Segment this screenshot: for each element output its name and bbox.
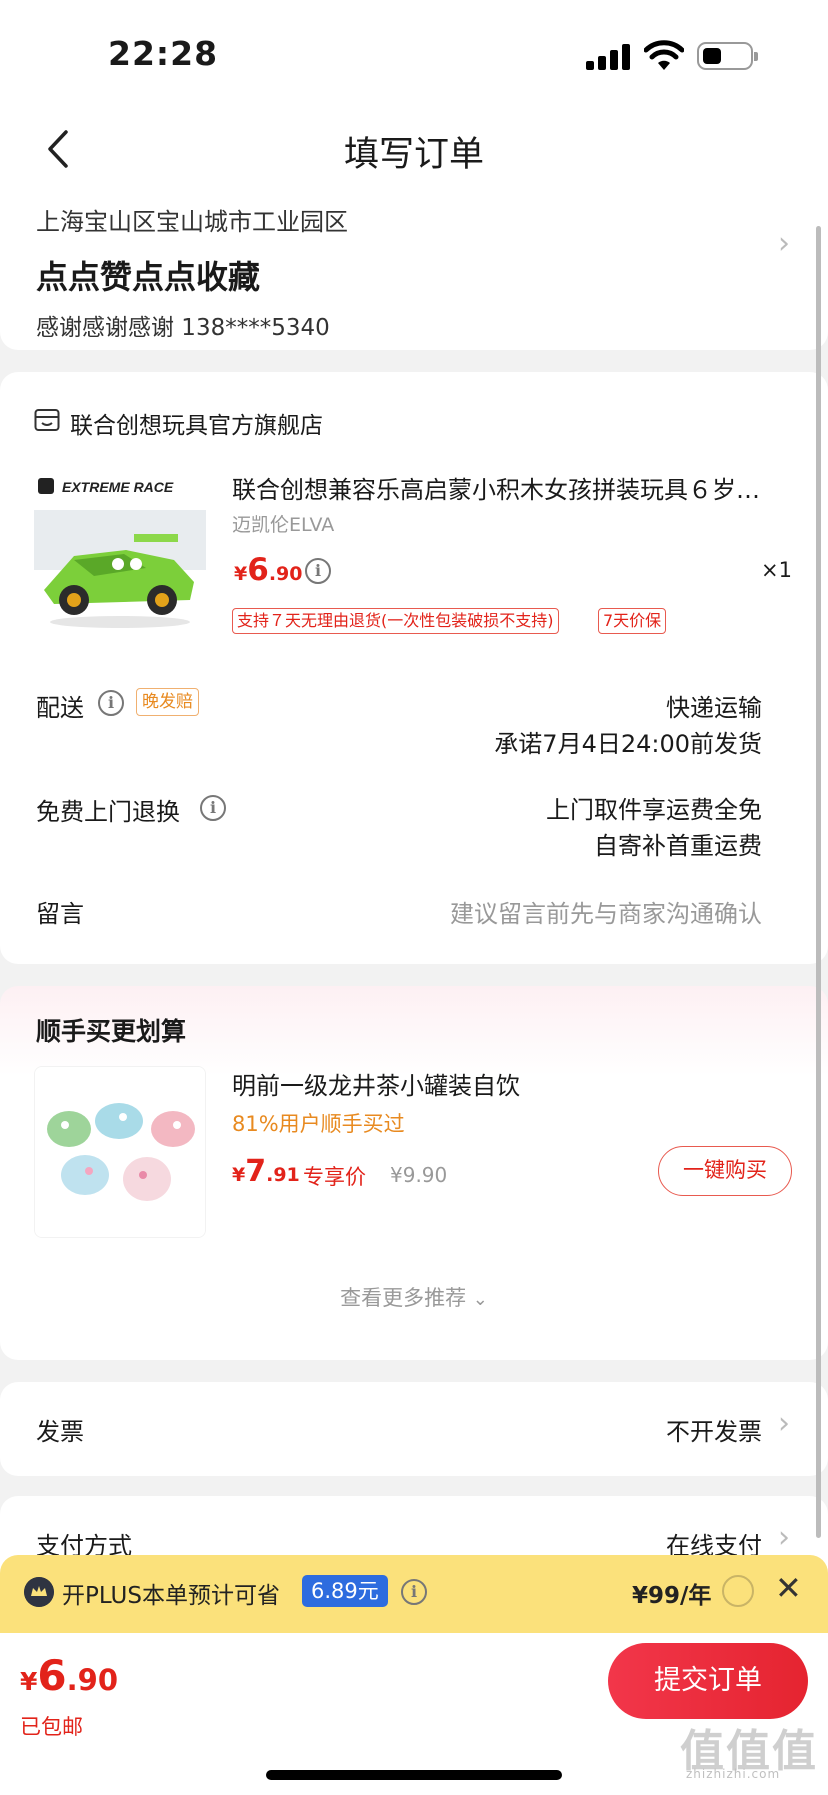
product-title[interactable]: 联合创想兼容乐高启蒙小积木女孩拼装玩具６岁… — [232, 470, 792, 505]
watermark-url: zhizhizhi.com — [686, 1767, 781, 1781]
plus-annual-price: ¥99/年 — [632, 1583, 712, 1609]
message-input[interactable]: 建议留言前先与商家沟通确认 — [450, 894, 762, 929]
plus-crown-icon — [24, 1577, 54, 1607]
address-contact: 感谢感谢感谢 138****5340 — [36, 315, 330, 341]
delivery-method: 快递运输 — [666, 694, 762, 722]
checkout-bar: ¥6.90 已包邮 提交订单 值值值 zhizhizhi.com — [0, 1633, 828, 1795]
recommend-item-name[interactable]: 明前一级龙井茶小罐装自饮 — [232, 1066, 520, 1101]
wifi-icon — [644, 40, 684, 70]
returns-line1: 上门取件享运费全免 — [546, 796, 762, 824]
chevron-right-icon: › — [778, 1520, 790, 1555]
late-compensation-badge: 晚发赔 — [136, 688, 199, 716]
delivery-label: 配送 — [36, 694, 84, 722]
price-protect-tag: 7天价保 — [598, 608, 667, 634]
invoice-label: 发票 — [36, 1418, 84, 1446]
plus-info-icon[interactable]: i — [401, 1579, 427, 1605]
product-image-logo: EXTREME RACE — [62, 479, 174, 495]
plus-membership-banner[interactable]: 开PLUS本单预计可省 6.89元 i ¥99/年 ✕ — [0, 1555, 828, 1633]
returns-info-icon[interactable]: i — [200, 795, 226, 821]
see-more-recommend-link[interactable]: 查看更多推荐 ⌄ — [0, 1282, 828, 1312]
nav-bar: 填写订单 — [0, 110, 828, 190]
exclusive-price-label: 专享价 — [303, 1165, 366, 1189]
recommend-item-subtitle: 81%用户顺手买过 — [232, 1112, 405, 1136]
message-label: 留言 — [36, 900, 84, 928]
chevron-right-icon: › — [778, 1406, 790, 1441]
page-title: 填写订单 — [343, 135, 484, 175]
product-image[interactable]: EXTREME RACE — [34, 472, 206, 644]
status-time: 22:28 — [108, 34, 219, 73]
invoice-value: 不开发票 — [666, 1418, 762, 1446]
delivery-info-icon[interactable]: i — [98, 690, 124, 716]
product-quantity: ×1 — [761, 558, 792, 582]
product-variant: 迈凯伦ELVA — [232, 514, 335, 536]
status-bar: 22:28 — [0, 0, 828, 110]
address-detail: 点点赞点点收藏 — [36, 258, 261, 296]
plus-saving-badge: 6.89元 — [302, 1575, 388, 1607]
returns-line2: 自寄补首重运费 — [594, 832, 762, 860]
returns-label: 免费上门退换 — [36, 798, 180, 826]
scrollbar[interactable] — [816, 226, 821, 1538]
cellular-signal-icon — [586, 44, 632, 70]
one-click-buy-button[interactable]: 一键购买 — [658, 1146, 792, 1196]
price-info-icon[interactable]: i — [305, 558, 331, 584]
address-region: 上海宝山区宝山城市工业园区 — [36, 208, 348, 236]
home-indicator[interactable] — [266, 1770, 562, 1780]
return-policy-tag: 支持７天无理由退货(一次性包装破损不支持) — [232, 608, 559, 634]
invoice-row[interactable]: 发票 不开发票 › — [0, 1382, 828, 1476]
product-card: 联合创想玩具官方旗舰店 EXTREME RACE 联合创想兼容乐高启蒙小积木女孩… — [0, 372, 828, 964]
store-icon — [34, 409, 60, 431]
recommend-title: 顺手买更划算 — [36, 1017, 187, 1046]
plus-promo-text: 开PLUS本单预计可省 — [62, 1583, 280, 1609]
store-name[interactable]: 联合创想玩具官方旗舰店 — [70, 406, 323, 440]
original-price: ¥9.90 — [390, 1163, 448, 1187]
recommend-image[interactable] — [34, 1066, 206, 1238]
delivery-promise: 承诺7月4日24:00前发货 — [494, 730, 762, 758]
submit-order-button[interactable]: 提交订单 — [608, 1643, 808, 1719]
see-more-label: 查看更多推荐 — [340, 1286, 467, 1310]
battery-icon — [697, 42, 758, 70]
chevron-right-icon: › — [778, 226, 790, 261]
address-card[interactable]: 上海宝山区宝山城市工业园区 点点赞点点收藏 感谢感谢感谢 138****5340… — [0, 190, 828, 350]
total-price: ¥6.90 — [20, 1651, 119, 1700]
recommend-card: 顺手买更划算 明前一级龙井茶小罐装自饮 81%用户顺手买过 ¥7.91 专享价 … — [0, 986, 828, 1360]
plus-select-radio[interactable] — [722, 1575, 754, 1607]
shipping-status: 已包邮 — [20, 1715, 83, 1739]
product-price: ¥6.90 — [234, 552, 303, 588]
chevron-down-icon: ⌄ — [472, 1289, 488, 1310]
close-icon[interactable]: ✕ — [775, 1569, 802, 1607]
recommend-price: ¥7.91 — [232, 1154, 300, 1189]
